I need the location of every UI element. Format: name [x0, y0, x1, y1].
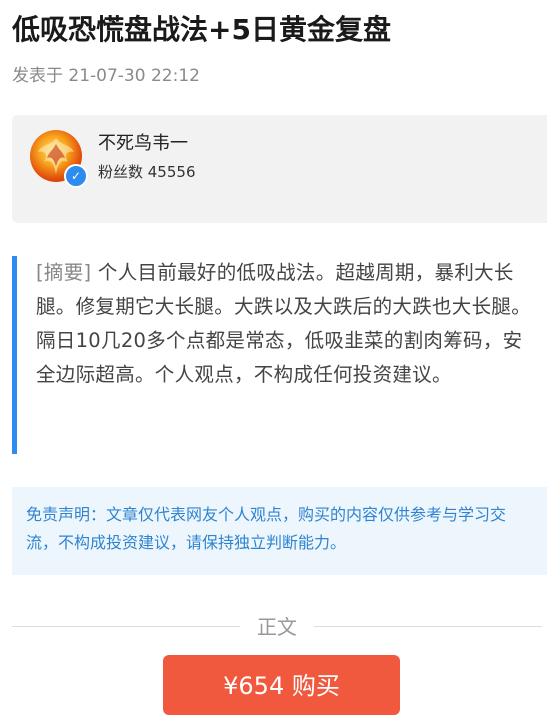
divider-label: 正文 [257, 615, 297, 639]
summary-tag: [摘要] [36, 261, 92, 284]
summary-text: 个人目前最好的低吸战法。超越周期，暴利大长腿。修复期它大长腿。大跌以及大跌后的大… [36, 261, 532, 386]
article-title: 低吸恐慌盘战法+5日黄金复盘 [12, 13, 391, 46]
author-card[interactable]: ✓ 不死鸟韦一 粉丝数 45556 [12, 115, 547, 223]
divider-line-right [314, 626, 542, 627]
publish-time: 发表于 21-07-30 22:12 [12, 66, 200, 86]
follower-count: 粉丝数 45556 [98, 163, 196, 181]
buy-button[interactable]: ¥654 购买 [163, 655, 400, 715]
verified-check-icon: ✓ [64, 164, 88, 188]
avatar[interactable]: ✓ [30, 130, 88, 188]
author-name[interactable]: 不死鸟韦一 [98, 131, 188, 157]
divider-line-left [12, 626, 240, 627]
article-summary: [摘要] 个人目前最好的低吸战法。超越周期，暴利大长腿。修复期它大长腿。大跌以及… [12, 256, 542, 454]
content-divider: 正文 [12, 612, 542, 642]
disclaimer-box: 免责声明：文章仅代表网友个人观点，购买的内容仅供参考与学习交流，不构成投资建议，… [12, 487, 547, 575]
